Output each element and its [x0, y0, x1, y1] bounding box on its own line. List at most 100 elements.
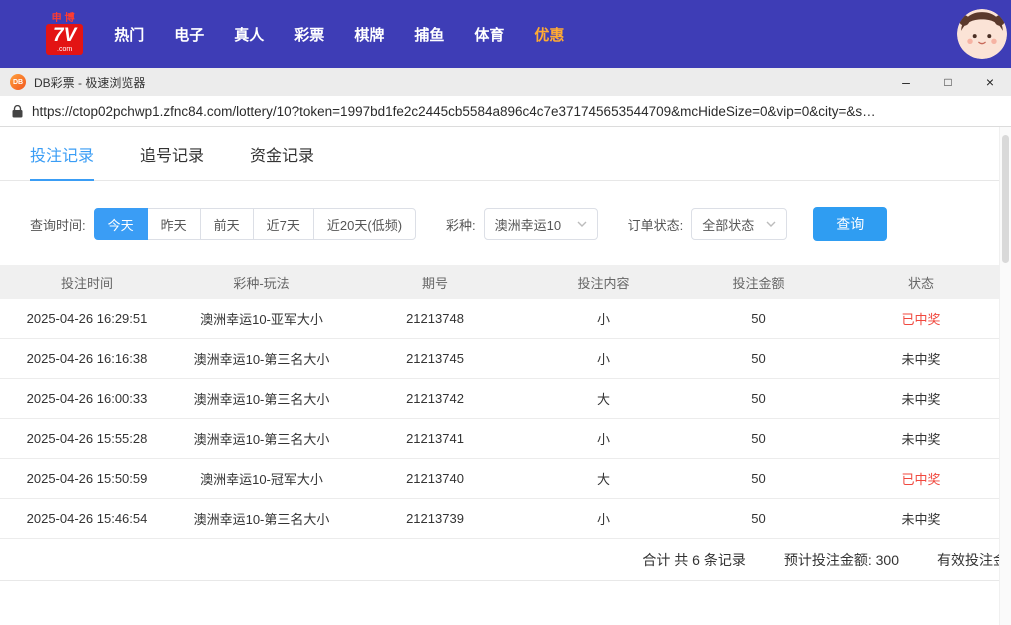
cell-bet-amount: 50: [751, 351, 766, 366]
summary-total: 合计 共 6 条记录: [642, 551, 746, 568]
table-row: 2025-04-26 16:16:38 澳洲幸运10-第三名大小 2121374…: [0, 339, 1011, 379]
nav-item-sports[interactable]: 体育: [459, 24, 519, 45]
cell-issue: 21213740: [406, 471, 464, 486]
time-filter-label: 查询时间:: [30, 217, 86, 233]
summary-expected-amount: 预计投注金额: 300: [783, 551, 899, 568]
minimize-button[interactable]: –: [885, 68, 927, 96]
avatar-illustration: [957, 9, 1007, 59]
cell-bet-time: 2025-04-26 15:50:59: [26, 471, 148, 486]
header-bet-time: 投注时间: [60, 275, 113, 291]
nav-item-lottery[interactable]: 彩票: [279, 24, 339, 45]
lottery-filter-label: 彩种:: [446, 217, 476, 233]
cell-game-play: 澳洲幸运10-第三名大小: [193, 432, 330, 447]
time-filter-last20days[interactable]: 近20天(低频): [312, 208, 417, 240]
cell-bet-amount: 50: [751, 511, 766, 526]
cell-issue: 21213741: [406, 431, 464, 446]
site-logo-text-main: 7V: [53, 25, 77, 46]
cell-bet-content: 小: [596, 312, 610, 327]
window-controls: – □ ×: [885, 68, 1011, 96]
table-header: 投注时间 彩种-玩法 期号 投注内容 投注金额 状态: [0, 265, 1011, 299]
header-bet-amount: 投注金额: [732, 275, 785, 291]
lock-icon[interactable]: [12, 104, 23, 118]
cell-bet-time: 2025-04-26 15:46:54: [26, 511, 148, 526]
cell-status: 未中奖: [901, 392, 941, 407]
cell-bet-amount: 50: [751, 391, 766, 406]
cell-status: 未中奖: [901, 512, 941, 527]
nav-item-slots[interactable]: 电子: [159, 24, 219, 45]
tab-bet-records[interactable]: 投注记录: [30, 142, 95, 181]
scrollbar-thumb[interactable]: [1002, 135, 1009, 263]
chevron-down-icon: [766, 221, 776, 227]
user-avatar[interactable]: [957, 9, 1007, 59]
nav-item-hot[interactable]: 热门: [99, 24, 159, 45]
cell-bet-content: 小: [596, 512, 610, 527]
nav-item-chess[interactable]: 棋牌: [339, 24, 399, 45]
time-filter-last7days[interactable]: 近7天: [252, 208, 314, 240]
summary-bar: 合计 共 6 条记录 预计投注金额: 300 有效投注金: [0, 539, 1011, 581]
header-issue: 期号: [421, 275, 448, 291]
table-row: 2025-04-26 15:55:28 澳洲幸运10-第三名大小 2121374…: [0, 419, 1011, 459]
time-filter-day-before[interactable]: 前天: [199, 208, 254, 240]
page-content: 投注记录 追号记录 资金记录 查询时间: 今天 昨天 前天 近7天 近20天(低…: [0, 127, 1011, 625]
summary-valid-amount: 有效投注金: [937, 551, 1007, 568]
lottery-select[interactable]: 澳洲幸运10: [483, 208, 598, 240]
window-title: DB彩票 - 极速浏览器: [34, 75, 146, 90]
cell-bet-content: 小: [596, 432, 610, 447]
table-row: 2025-04-26 15:46:54 澳洲幸运10-第三名大小 2121373…: [0, 499, 1011, 539]
cell-game-play: 澳洲幸运10-第三名大小: [193, 512, 330, 527]
order-status-select[interactable]: 全部状态: [691, 208, 788, 240]
cell-issue: 21213748: [406, 311, 464, 326]
cell-issue: 21213742: [406, 391, 464, 406]
table-row: 2025-04-26 16:00:33 澳洲幸运10-第三名大小 2121374…: [0, 379, 1011, 419]
nav-item-promotions[interactable]: 优惠: [519, 24, 579, 45]
cell-bet-content: 小: [596, 352, 610, 367]
table-row: 2025-04-26 15:50:59 澳洲幸运10-冠军大小 21213740…: [0, 459, 1011, 499]
browser-app-icon: DB: [10, 74, 26, 90]
site-top-nav: 申博 7V .com 热门 电子 真人 彩票 棋牌 捕鱼 体育 优惠: [0, 0, 1011, 68]
cell-status: 已中奖: [901, 312, 941, 327]
cell-bet-content: 大: [596, 392, 610, 407]
browser-title-bar: DB DB彩票 - 极速浏览器 – □ ×: [0, 68, 1011, 96]
cell-bet-amount: 50: [751, 311, 766, 326]
url-text[interactable]: https://ctop02pchwp1.zfnc84.com/lottery/…: [32, 104, 876, 119]
nav-item-fishing[interactable]: 捕鱼: [399, 24, 459, 45]
cell-bet-content: 大: [596, 472, 610, 487]
cell-game-play: 澳洲幸运10-第三名大小: [193, 352, 330, 367]
tab-chase-records[interactable]: 追号记录: [140, 142, 204, 180]
site-nav-menu: 热门 电子 真人 彩票 棋牌 捕鱼 体育 优惠: [99, 24, 579, 45]
lottery-select-value: 澳洲幸运10: [494, 217, 562, 233]
header-bet-content: 投注内容: [577, 275, 630, 291]
time-filter-group: 今天 昨天 前天 近7天 近20天(低频): [93, 208, 417, 240]
header-status: 状态: [907, 275, 934, 291]
cell-bet-time: 2025-04-26 16:00:33: [26, 391, 148, 406]
filter-bar: 查询时间: 今天 昨天 前天 近7天 近20天(低频) 彩种: 澳洲幸运10 订…: [0, 207, 1011, 241]
cell-bet-time: 2025-04-26 16:29:51: [26, 311, 148, 326]
maximize-button[interactable]: □: [927, 68, 969, 96]
tab-bar: 投注记录 追号记录 资金记录: [0, 127, 1011, 181]
cell-issue: 21213739: [406, 511, 464, 526]
cell-bet-time: 2025-04-26 15:55:28: [26, 431, 148, 446]
cell-status: 已中奖: [901, 472, 941, 487]
cell-bet-amount: 50: [751, 431, 766, 446]
scrollbar[interactable]: [999, 127, 1011, 625]
site-logo-box: 7V .com: [46, 24, 84, 55]
records-table: 投注时间 彩种-玩法 期号 投注内容 投注金额 状态 2025-04-26 16…: [0, 265, 1011, 539]
order-status-value: 全部状态: [702, 217, 755, 233]
query-button[interactable]: 查询: [813, 207, 888, 241]
tab-fund-records[interactable]: 资金记录: [250, 142, 314, 180]
site-logo-text-cn: 申博: [51, 13, 78, 24]
table-row: 2025-04-26 16:29:51 澳洲幸运10-亚军大小 21213748…: [0, 299, 1011, 339]
time-filter-today[interactable]: 今天: [93, 208, 148, 240]
cell-status: 未中奖: [901, 352, 941, 367]
cell-game-play: 澳洲幸运10-亚军大小: [200, 312, 323, 327]
cell-issue: 21213745: [406, 351, 464, 366]
cell-bet-time: 2025-04-26 16:16:38: [26, 351, 148, 366]
site-logo[interactable]: 申博 7V .com: [46, 13, 84, 55]
chevron-down-icon: [577, 221, 587, 227]
time-filter-yesterday[interactable]: 昨天: [146, 208, 201, 240]
cell-bet-amount: 50: [751, 471, 766, 486]
nav-item-live[interactable]: 真人: [219, 24, 279, 45]
address-bar: https://ctop02pchwp1.zfnc84.com/lottery/…: [0, 96, 1011, 127]
cell-game-play: 澳洲幸运10-冠军大小: [200, 472, 323, 487]
close-button[interactable]: ×: [969, 68, 1011, 96]
